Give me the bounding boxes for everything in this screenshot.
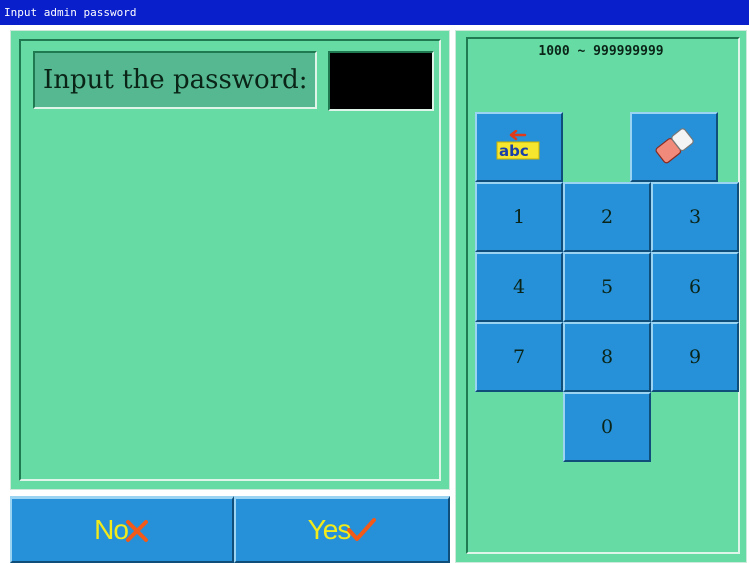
yes-button-label: Yes [307,514,352,545]
key-3[interactable]: 3 [651,182,739,252]
key-4[interactable]: 4 [475,252,563,322]
backspace-button[interactable]: abc [475,112,563,182]
key-2[interactable]: 2 [563,182,651,252]
svg-text:abc: abc [499,142,529,160]
no-button-label: No [94,514,129,545]
cross-icon [124,517,150,543]
password-label: Input the password: [33,51,317,109]
window-title: Input admin password [0,0,749,25]
key-0[interactable]: 0 [563,392,651,462]
key-1[interactable]: 1 [475,182,563,252]
yes-button[interactable]: Yes [234,496,450,563]
clear-button[interactable] [630,112,718,182]
key-5[interactable]: 5 [563,252,651,322]
eraser-icon [652,125,696,170]
key-8[interactable]: 8 [563,322,651,392]
password-input[interactable] [328,51,434,111]
abc-backspace-icon: abc [495,129,543,165]
key-9[interactable]: 9 [651,322,739,392]
password-panel: Input the password: [10,30,450,490]
key-6[interactable]: 6 [651,252,739,322]
key-7[interactable]: 7 [475,322,563,392]
checkmark-icon [346,517,377,543]
no-button[interactable]: No [10,496,234,563]
range-hint: 1000 ~ 999999999 [538,44,664,59]
